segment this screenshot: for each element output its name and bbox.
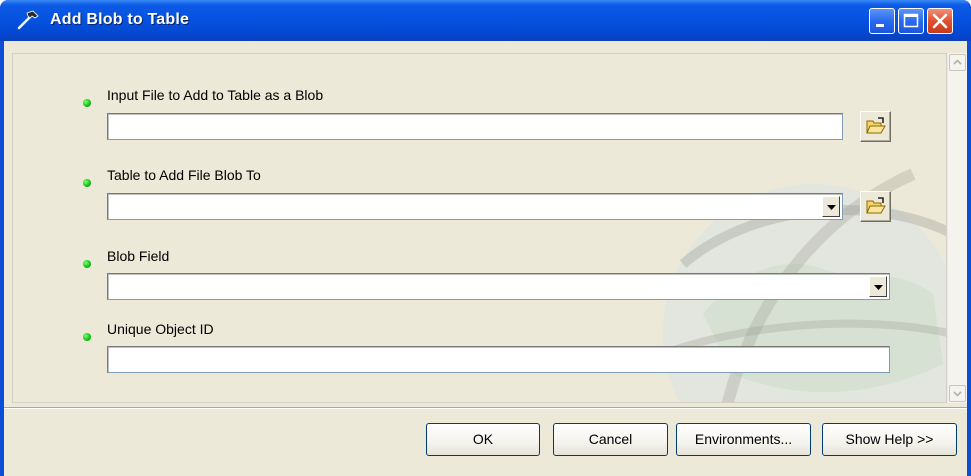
button-bar-divider: [4, 407, 967, 409]
ok-button[interactable]: OK: [426, 423, 540, 456]
show-help-button[interactable]: Show Help >>: [822, 423, 957, 456]
window-title: Add Blob to Table: [50, 11, 190, 28]
chevron-up-icon: [950, 58, 965, 73]
table-dropdown-button[interactable]: [822, 196, 840, 217]
hammer-tool-icon: [16, 9, 40, 31]
required-indicator-icon: [83, 99, 91, 107]
scroll-down-button[interactable]: [949, 385, 966, 402]
unique-object-id-field[interactable]: [107, 346, 890, 373]
chevron-down-icon: [950, 389, 965, 404]
input-file-label: Input File to Add to Table as a Blob: [107, 87, 324, 103]
dialog-client: Input File to Add to Table as a Blob Tab…: [4, 41, 967, 476]
table-dropdown[interactable]: [107, 193, 843, 220]
required-indicator-icon: [83, 333, 91, 341]
scroll-up-button[interactable]: [949, 54, 966, 71]
close-button[interactable]: [927, 8, 953, 34]
vertical-scrollbar[interactable]: [948, 53, 967, 403]
cancel-button[interactable]: Cancel: [553, 423, 668, 456]
unique-object-id-label: Unique Object ID: [107, 321, 214, 337]
table-browse-button[interactable]: [860, 191, 891, 222]
blob-field-dropdown[interactable]: [107, 273, 890, 300]
required-indicator-icon: [83, 260, 91, 268]
blob-field-dropdown-button[interactable]: [869, 276, 887, 297]
title-bar[interactable]: Add Blob to Table: [0, 0, 971, 41]
required-indicator-icon: [83, 179, 91, 187]
table-label: Table to Add File Blob To: [107, 167, 261, 183]
environments-button[interactable]: Environments...: [676, 423, 811, 456]
maximize-button[interactable]: [898, 8, 924, 34]
input-file-browse-button[interactable]: [860, 111, 891, 142]
blob-field-label: Blob Field: [107, 248, 170, 264]
parameters-panel: Input File to Add to Table as a Blob Tab…: [12, 53, 947, 403]
input-file-field[interactable]: [107, 113, 843, 140]
minimize-button[interactable]: [869, 8, 895, 34]
dialog-window: Add Blob to Table Input File to Add to T…: [0, 0, 971, 476]
